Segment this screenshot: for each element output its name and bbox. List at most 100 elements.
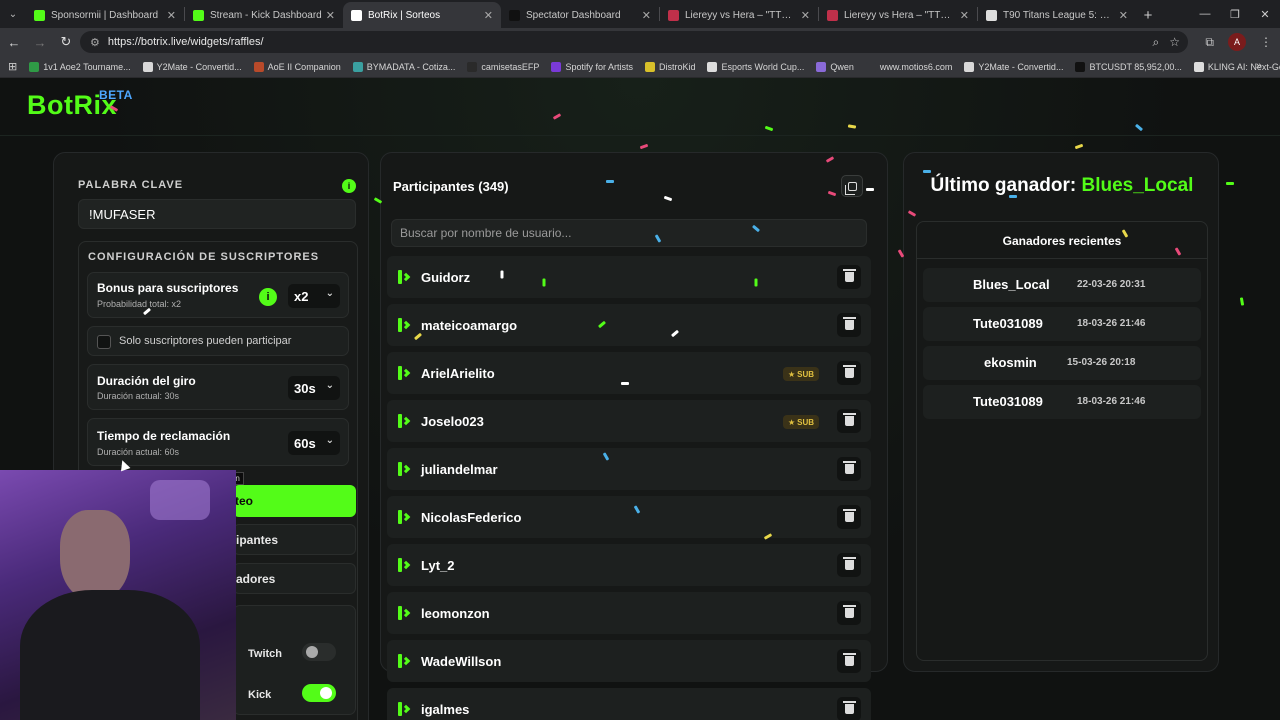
extensions-icon[interactable]: ⧉	[1205, 35, 1214, 50]
claim-time-select[interactable]: 60s ⌄	[288, 431, 340, 455]
participant-row[interactable]: Guidorz	[387, 256, 871, 298]
bookmark-item[interactable]: www.motios6.com	[865, 61, 952, 72]
participant-search-input[interactable]	[391, 219, 867, 247]
participant-row[interactable]: WadeWillson	[387, 640, 871, 682]
tab-close-icon[interactable]: ✕	[167, 9, 176, 22]
bookmark-item[interactable]: Esports World Cup...	[707, 61, 804, 72]
bookmark-item[interactable]: DistroKid	[644, 61, 695, 72]
bookmark-favicon-icon	[644, 61, 655, 72]
participant-row[interactable]: Lyt_2	[387, 544, 871, 586]
kick-logo-icon	[398, 462, 412, 476]
trash-icon[interactable]	[837, 457, 861, 481]
browser-tab[interactable]: Stream - Kick Dashboard ✕	[185, 2, 343, 28]
bookmark-star-icon[interactable]: ☆	[1169, 35, 1180, 49]
recent-winners-box: Ganadores recientes Blues_Local 22-03-26 …	[916, 221, 1208, 661]
trash-icon[interactable]	[837, 649, 861, 673]
close-window-icon[interactable]: ✕	[1250, 0, 1280, 28]
winners-button[interactable]: adores	[233, 563, 356, 594]
participant-row[interactable]: mateicoamargo	[387, 304, 871, 346]
tab-close-icon[interactable]: ✕	[326, 9, 335, 22]
twitch-toggle[interactable]	[302, 643, 336, 661]
tab-close-icon[interactable]: ✕	[1119, 9, 1128, 22]
trash-icon[interactable]	[837, 697, 861, 720]
bookmark-favicon-icon	[816, 61, 827, 72]
keyword-info-icon[interactable]: i	[342, 179, 356, 193]
tab-close-icon[interactable]: ✕	[642, 9, 651, 22]
participant-row[interactable]: ArielArielito ★ SUB	[387, 352, 871, 394]
claim-time-title: Tiempo de reclamación	[97, 429, 231, 443]
tab-title: Sponsormii | Dashboard	[51, 9, 159, 21]
copy-icon[interactable]	[841, 175, 863, 197]
winner-date: 22-03-26 20:31	[1077, 279, 1146, 290]
trash-icon[interactable]	[837, 553, 861, 577]
apps-grid-icon[interactable]: ⊞	[8, 60, 17, 73]
trash-icon[interactable]	[837, 601, 861, 625]
participant-row[interactable]: igalmes	[387, 688, 871, 720]
bookmark-item[interactable]: camisetasEFP	[467, 61, 539, 72]
bookmark-item[interactable]: Y2Mate - Convertid...	[142, 61, 242, 72]
bookmark-label: Y2Mate - Convertid...	[156, 61, 242, 72]
restore-icon[interactable]: ❐	[1220, 0, 1250, 28]
subs-only-checkbox[interactable]	[97, 335, 111, 349]
bonus-info-icon[interactable]: i	[259, 288, 277, 306]
participant-row[interactable]: Joselo023 ★ SUB	[387, 400, 871, 442]
bookmark-item[interactable]: Y2Mate - Convertid...	[964, 61, 1063, 72]
confetti-piece	[1239, 297, 1245, 306]
address-bar[interactable]: ⚙ https://botrix.live/widgets/raffles/ ⌕…	[80, 31, 1188, 53]
trash-icon[interactable]	[837, 265, 861, 289]
browser-tab[interactable]: Liereyy vs Hera – "TTL5 Bo7 Ma ✕	[660, 2, 818, 28]
tab-close-icon[interactable]: ✕	[801, 9, 810, 22]
bookmark-item[interactable]: KLING AI: Next-Gen...	[1193, 61, 1280, 72]
brand-logo[interactable]: BotRix BETA	[27, 88, 132, 121]
keyword-input[interactable]	[78, 199, 356, 229]
confetti-piece	[1226, 182, 1234, 185]
profile-avatar[interactable]: A	[1228, 33, 1246, 51]
trash-icon[interactable]	[837, 505, 861, 529]
back-icon[interactable]: ←	[2, 30, 26, 54]
browser-tab[interactable]: T90 Titans League 5: Platinum ✕	[978, 2, 1136, 28]
browser-tab[interactable]: BotRix | Sorteos ✕	[343, 2, 501, 28]
tab-favicon-icon	[509, 9, 520, 21]
menu-kebab-icon[interactable]: ⋮	[1260, 35, 1272, 49]
participant-row[interactable]: juliandelmar	[387, 448, 871, 490]
browser-tab[interactable]: Liereyy vs Hera – "TTL5 Bo7 Civ ✕	[819, 2, 977, 28]
trash-icon[interactable]	[837, 361, 861, 385]
forward-icon[interactable]: →	[28, 30, 52, 54]
winner-name: Blues_Local	[973, 277, 1050, 292]
bookmark-item[interactable]: AoE II Companion	[253, 61, 341, 72]
new-tab-button[interactable]: +	[1136, 2, 1160, 28]
kick-toggle[interactable]	[302, 684, 336, 702]
bookmark-item[interactable]: BYMADATA - Cotiza...	[352, 61, 455, 72]
browser-tab[interactable]: Sponsormii | Dashboard ✕	[26, 2, 184, 28]
bookmark-item[interactable]: BTCUSDT 85,952,00...	[1075, 61, 1182, 72]
site-info-icon[interactable]: ⚙	[90, 36, 100, 49]
tab-close-icon[interactable]: ✕	[960, 9, 969, 22]
participant-row[interactable]: leomonzon	[387, 592, 871, 634]
tab-close-icon[interactable]: ✕	[484, 9, 493, 22]
tab-search-icon[interactable]: ⌄	[0, 0, 26, 28]
bookmark-item[interactable]: Qwen	[816, 61, 854, 72]
spin-duration-select[interactable]: 30s ⌄	[288, 376, 340, 400]
bookmark-item[interactable]: Spotify for Artists	[551, 61, 633, 72]
participants-list[interactable]: Guidorz mateicoamargo ArielArielito ★ SUB Jos…	[387, 256, 871, 720]
zoom-icon[interactable]: ⌕	[1153, 35, 1160, 50]
participant-name: leomonzon	[421, 606, 490, 621]
minimize-icon[interactable]: —	[1190, 0, 1220, 28]
bookmark-item[interactable]: 1v1 Aoe2 Tourname...	[29, 61, 131, 72]
winner-date: 18-03-26 21:46	[1077, 396, 1146, 407]
participant-row[interactable]: NicolasFederico	[387, 496, 871, 538]
tab-title: T90 Titans League 5: Platinum	[1003, 9, 1115, 21]
bonus-select[interactable]: x2 ⌄	[288, 284, 340, 308]
trash-icon[interactable]	[837, 409, 861, 433]
confetti-piece	[764, 125, 774, 132]
confetti-piece	[500, 270, 504, 279]
bookmarks-overflow-icon[interactable]: »	[1256, 60, 1262, 72]
confetti-piece	[542, 278, 546, 287]
browser-tab[interactable]: Spectator Dashboard ✕	[501, 2, 659, 28]
start-raffle-button[interactable]: teo	[233, 485, 356, 517]
trash-icon[interactable]	[837, 313, 861, 337]
reload-icon[interactable]: ↻	[54, 30, 78, 54]
subs-only-card[interactable]: Solo suscriptores pueden participar	[87, 326, 349, 356]
participants-button[interactable]: ipantes	[233, 524, 356, 555]
confetti-piece	[621, 382, 629, 385]
